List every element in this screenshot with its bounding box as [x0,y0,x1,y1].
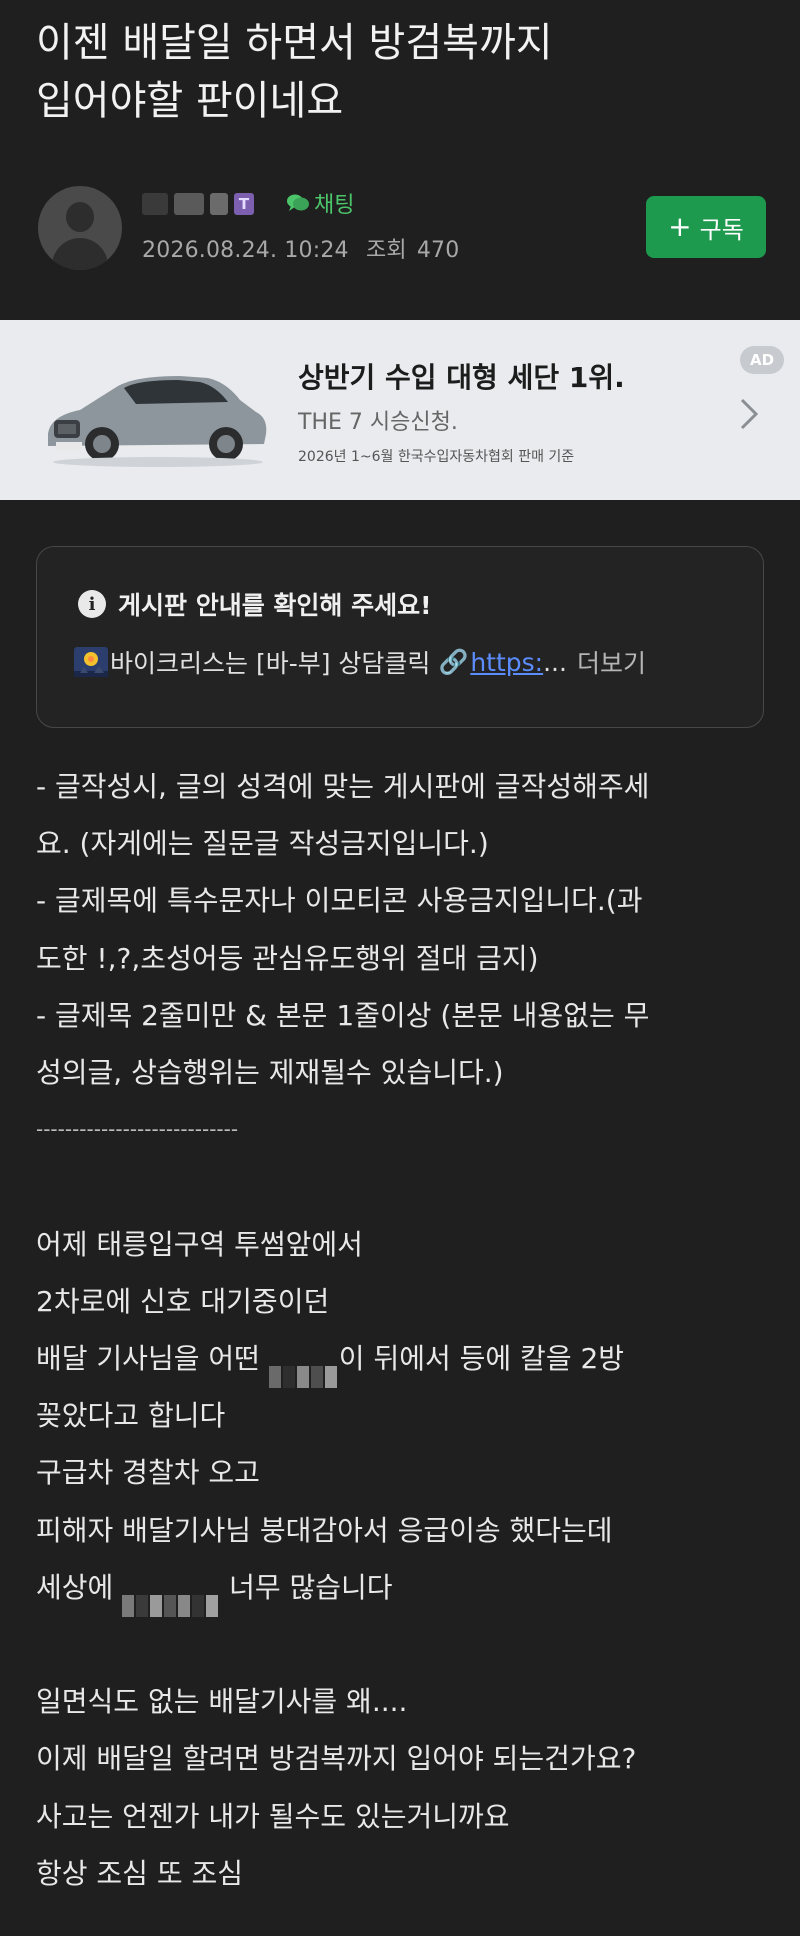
rule-line: - 글제목에 특수문자나 이모티콘 사용금지입니다.(과 [36,884,643,918]
category-link[interactable]: 채팅 [286,188,354,218]
post-title-line-1: 이젠 배달일 하면서 방검복까지 [36,20,553,66]
ad-headline[interactable]: 상반기 수입 대형 세단 1위. [298,356,625,396]
rule-line: - 글작성시, 글의 성격에 맞는 게시판에 글작성해주세 [36,770,650,803]
body-line: 어제 태릉입구역 투썸앞에서 [36,1227,363,1261]
nickname-blur-block [142,193,168,215]
views-label: 조회 [365,238,407,263]
notice-link[interactable]: https: [470,648,543,677]
body-line: 구급차 경찰차 오고 [36,1456,260,1490]
info-icon: i [78,590,106,618]
rule-line: 요. (자게에는 질문글 작성금지입니다.) [36,827,489,861]
rule-line: 도한 !,?,초성어등 관심유도행위 절대 금지) [36,941,539,975]
ad-badge[interactable]: AD [740,346,784,374]
censored-mosaic [268,1347,339,1389]
author-avatar[interactable] [38,186,122,270]
nickname-blur-block [210,193,228,215]
body-line-with-mosaic: 세상에 너무 많습니다 [36,1559,776,1617]
subscribe-label: 구독 [699,215,744,244]
board-notice[interactable] [36,546,764,728]
avatar-head-shape [66,202,94,232]
notice-header: i 게시판 안내를 확인해 주세요! [78,586,432,622]
body-line: 사고는 언젠가 내가 될수도 있는거니까요 [36,1799,510,1833]
body-line: 피해자 배달기사님 붕대감아서 응급이송 했다는데 [36,1513,613,1547]
chat-bubble-icon [287,194,309,211]
subscribe-button[interactable]: + 구독 [646,196,766,258]
rule-line: 성의글, 상습행위는 제재될수 있습니다.) [36,1056,504,1090]
category-label: 채팅 [314,193,355,218]
body-text-fragment: 이 뒤에서 등에 칼을 2방 [338,1342,625,1376]
post-title-line-2: 입어야할 판이네요 [36,78,344,124]
views-count: 470 [416,238,460,263]
ad-subline[interactable]: THE 7 시승신청. [298,404,458,436]
body-line: 2차로에 신호 대기중이던 [36,1284,330,1318]
post-page: 이젠 배달일 하면서 방검복까지 입어야할 판이네요 T 채팅 2026.08.… [0,0,800,1936]
body-line-with-mosaic: 배달 기사님을 어떤 이 뒤에서 등에 칼을 2방 [36,1330,776,1389]
avatar-body-shape [52,238,108,270]
more-button[interactable]: 더보기 [577,644,646,680]
body-text-fragment: 세상에 [36,1570,114,1604]
notice-body: 바이크리스는 [바-부] 상담클릭 🔗 https: ... 더보기 [74,644,646,680]
body-text-fragment: 너무 많습니다 [229,1570,393,1604]
censored-mosaic [122,1576,220,1617]
chevron-right-icon[interactable] [738,396,760,432]
notice-text: 바이크리스는 [바-부] 상담클릭 [110,649,431,678]
link-icon: 🔗 [438,648,469,676]
body-line: 이제 배달일 할려면 방검복까지 입어야 되는건가요? [36,1742,637,1776]
post-meta: 2026.08.24. 10:24 조회 470 [142,232,469,264]
body-text-fragment: 배달 기사님을 어떤 [36,1342,260,1376]
body-line: 꽂았다고 합니다 [36,1399,226,1433]
post-title: 이젠 배달일 하면서 방검복까지 입어야할 판이네요 [36,14,766,130]
notice-title: 게시판 안내를 확인해 주세요! [118,591,432,620]
post-date: 2026.08.24. 10:24 [142,238,349,263]
body-line: 항상 조심 또 조심 [36,1856,244,1890]
body-line: 일면식도 없는 배달기사를 왜.... [36,1685,408,1719]
rule-divider: ---------------------------- [36,1117,239,1142]
member-level-badge: T [234,193,254,215]
notice-ellipsis: ... [543,647,567,677]
post-body: - 글작성시, 글의 성격에 맞는 게시판에 글작성해주세 요. (자게에는 질… [36,758,776,1902]
plus-icon: + [668,210,692,243]
ad-fine-print: 2026년 1~6월 한국수입자동차협회 판매 기준 [298,449,575,465]
nickname-blur-block [174,193,204,215]
rule-line: - 글제목 2줄미만 & 본문 1줄이상 (본문 내용없는 무 [36,998,650,1032]
author-nickname-blurred[interactable]: T [142,190,262,218]
car-image [48,376,267,467]
fireworks-icon [74,647,108,677]
